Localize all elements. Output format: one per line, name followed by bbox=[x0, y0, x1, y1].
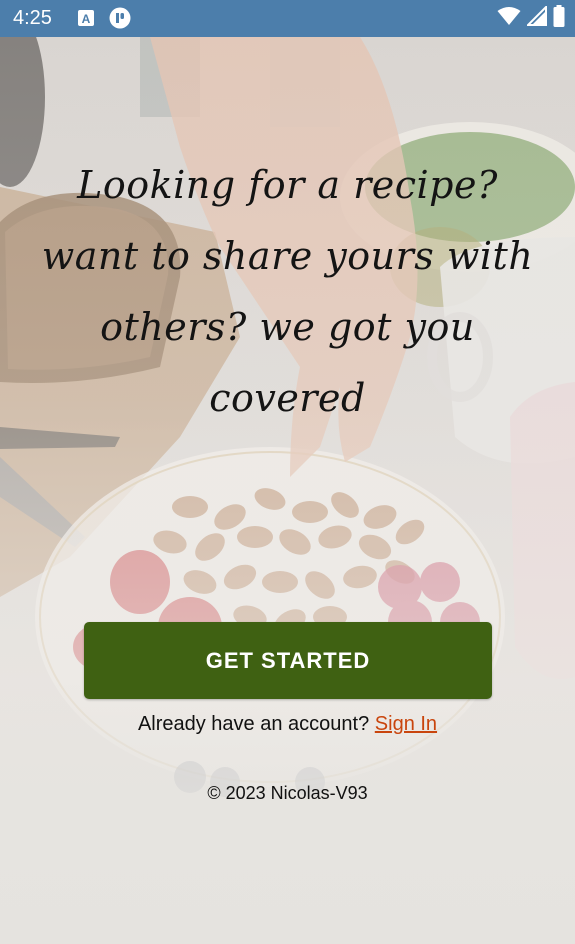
copyright: © 2023 Nicolas-V93 bbox=[207, 783, 368, 803]
signin-prompt: Already have an account? bbox=[137, 713, 370, 735]
font-a-icon: A bbox=[77, 9, 95, 27]
svg-text:A: A bbox=[82, 12, 91, 26]
status-time: 4:25 bbox=[13, 7, 52, 29]
signin-link[interactable]: Sign In bbox=[375, 713, 437, 735]
status-icons bbox=[497, 4, 565, 32]
tagline: Looking for a recipe? want to share your… bbox=[41, 163, 534, 420]
status-bar: 4:25 A bbox=[0, 0, 575, 37]
cell-signal-icon bbox=[525, 4, 547, 31]
battery-icon bbox=[553, 4, 565, 32]
signin-row: Already have an account? Sign In bbox=[0, 711, 575, 737]
get-started-button[interactable]: GET STARTED bbox=[84, 622, 492, 699]
wifi-icon bbox=[497, 6, 521, 31]
app-notification-icon bbox=[109, 7, 131, 29]
